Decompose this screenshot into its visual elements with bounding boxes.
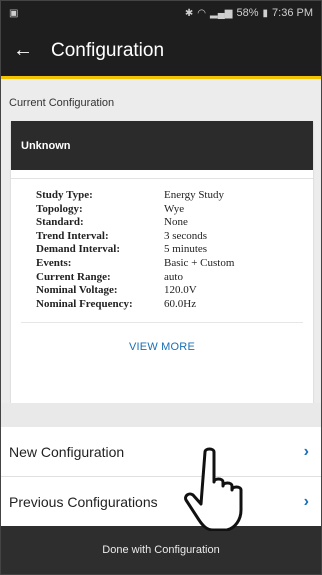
property-value: Energy Study xyxy=(164,189,224,201)
property-key: Events: xyxy=(36,256,72,269)
chevron-right-icon: › xyxy=(303,442,309,460)
arrow-left-icon[interactable]: ← xyxy=(1,24,45,78)
app-bar: ← Configuration xyxy=(1,25,321,79)
done-label: Done with Configuration xyxy=(102,544,220,556)
property-key: Topology: xyxy=(36,202,83,215)
property-value: None xyxy=(164,216,188,229)
status-right: ✱ ◠ ▂▄▆ 58% ▮ 7:36 PM xyxy=(185,7,313,19)
view-more-button[interactable]: VIEW MORE xyxy=(11,341,313,353)
battery-icon: ▮ xyxy=(262,7,269,19)
status-bar: ▣ ✱ ◠ ▂▄▆ 58% ▮ 7:36 PM xyxy=(1,1,321,25)
chevron-right-icon: › xyxy=(303,492,309,510)
property-key: Study Type: xyxy=(36,189,93,201)
status-left: ▣ xyxy=(9,8,18,19)
property-value: Wye xyxy=(164,202,185,215)
battery-percent: 58% xyxy=(236,7,259,19)
property-value: auto xyxy=(164,270,183,283)
property-key: Current Range: xyxy=(36,270,111,283)
current-configuration-card: Unknown Study Type: Energy Study Topology:… xyxy=(11,121,313,403)
property-value: 3 seconds xyxy=(164,229,208,242)
new-configuration-item[interactable]: New Configuration › xyxy=(1,427,321,477)
clock: 7:36 PM xyxy=(272,7,313,19)
property-value: 60.0Hz xyxy=(164,297,197,310)
property-key: Trend Interval: xyxy=(36,229,109,242)
configuration-menu: New Configuration › Previous Configurati… xyxy=(1,427,321,527)
property-value: 120.0V xyxy=(164,284,197,297)
configuration-name: Unknown xyxy=(11,121,313,170)
new-configuration-label: New Configuration xyxy=(9,443,125,460)
property-key: Standard: xyxy=(36,216,84,229)
current-configuration-label: Current Configuration xyxy=(9,97,115,109)
property-key: Demand Interval: xyxy=(36,243,121,256)
wifi-icon: ◠ xyxy=(197,7,207,19)
configuration-details: Study Type: Energy Study Topology: Wye Stand… xyxy=(11,178,313,353)
phone-screen: ▣ ✱ ◠ ▂▄▆ 58% ▮ 7:36 PM ← Configuration … xyxy=(0,0,322,575)
card-divider xyxy=(21,322,303,324)
signal-icon: ▂▄▆ xyxy=(210,7,233,19)
bluetooth-icon: ✱ xyxy=(184,7,194,19)
property-value: Basic + Custom xyxy=(164,256,235,269)
done-with-configuration-button[interactable]: Done with Configuration xyxy=(1,526,321,574)
previous-configurations-item[interactable]: Previous Configurations › xyxy=(1,477,321,527)
property-key: Nominal Frequency: xyxy=(36,297,133,310)
property-key: Nominal Voltage: xyxy=(36,284,118,297)
section-spacer xyxy=(1,403,321,427)
image-notification-icon: ▣ xyxy=(9,7,19,19)
property-value: 5 minutes xyxy=(164,243,208,256)
properties-grid: Study Type: Energy Study Topology: Wye Stand… xyxy=(11,189,313,310)
page-title: Configuration xyxy=(51,39,165,61)
previous-configurations-label: Previous Configurations xyxy=(9,493,158,510)
